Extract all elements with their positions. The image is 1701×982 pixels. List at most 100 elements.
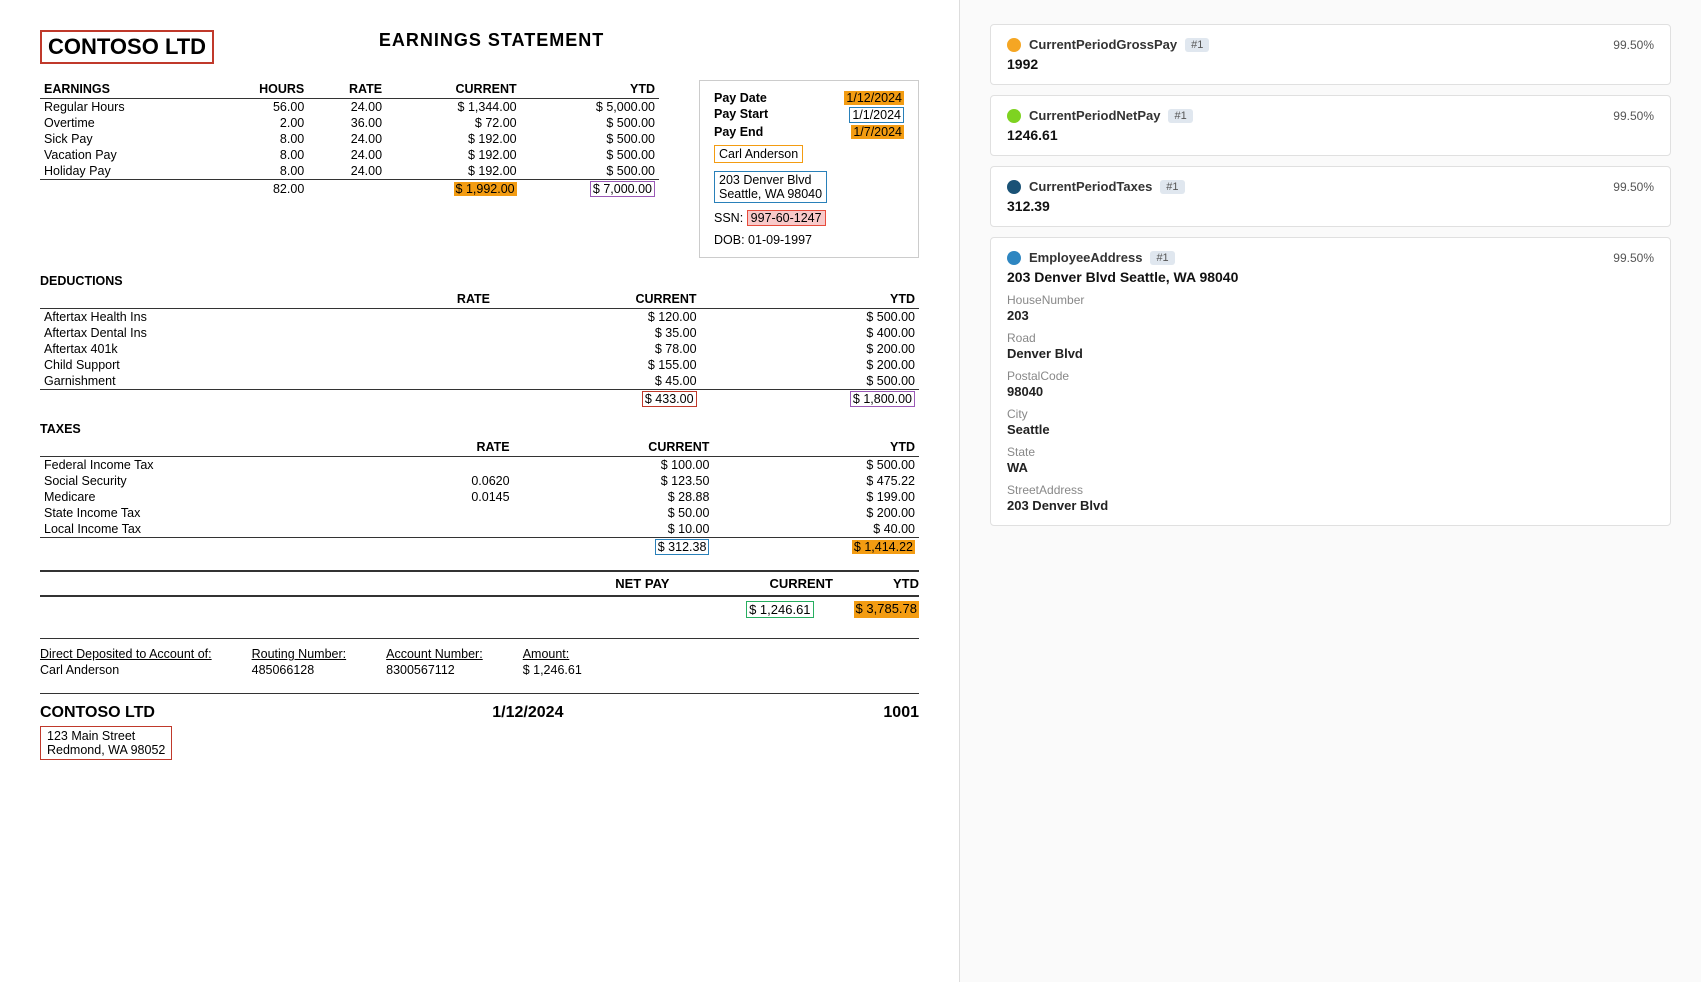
footer-company-name: CONTOSO LTD	[40, 704, 172, 722]
table-row: Aftertax Dental Ins $ 35.00$ 400.00	[40, 325, 919, 341]
col-earnings: EARNINGS	[40, 80, 208, 99]
footer-deposit-section: Direct Deposited to Account of: Carl And…	[40, 638, 919, 677]
field-dot-employee-address	[1007, 251, 1021, 265]
field-badge-gross-pay: #1	[1185, 38, 1209, 52]
earnings-table: EARNINGS HOURS RATE CURRENT YTD Regular …	[40, 80, 659, 258]
field-name-net-pay: CurrentPeriodNetPay	[1029, 108, 1160, 123]
field-gross-pay: CurrentPeriodGrossPay #1 99.50% 1992	[990, 24, 1671, 85]
footer-number: 1001	[883, 704, 919, 722]
net-pay-current-label: CURRENT	[769, 576, 833, 591]
taxes-total-current: $ 312.38	[655, 539, 710, 555]
taxes-header: TAXES	[40, 422, 919, 436]
ssn-value: 997-60-1247	[747, 210, 826, 226]
deposit-name-col: Direct Deposited to Account of: Carl And…	[40, 647, 212, 677]
ssn-row: SSN: 997-60-1247	[714, 211, 904, 225]
employee-name: Carl Anderson	[714, 145, 803, 163]
account-number: 8300567112	[386, 663, 455, 677]
pay-date-row: Pay Date 1/12/2024	[714, 91, 904, 105]
col-current: CURRENT	[386, 80, 521, 99]
field-taxes: CurrentPeriodTaxes #1 99.50% 312.39	[990, 166, 1671, 227]
field-confidence-employee-address: 99.50%	[1613, 251, 1654, 265]
table-row: Regular Hours 56.00 24.00 $ 1,344.00 $ 5…	[40, 99, 659, 116]
dob-value: 01-09-1997	[748, 233, 812, 247]
table-row: Overtime 2.00 36.00 $ 72.00 $ 500.00	[40, 115, 659, 131]
field-dot-taxes	[1007, 180, 1021, 194]
sub-field-street-address: StreetAddress 203 Denver Blvd	[1007, 483, 1654, 513]
deductions-header: DEDUCTIONS	[40, 274, 919, 288]
deductions-table: RATE CURRENT YTD Aftertax Health Ins $ 1…	[40, 290, 919, 408]
table-row: Sick Pay 8.00 24.00 $ 192.00 $ 500.00	[40, 131, 659, 147]
routing-number: 485066128	[252, 663, 315, 677]
taxes-total-row: $ 312.38 $ 1,414.22	[40, 538, 919, 557]
fields-panel: CurrentPeriodGrossPay #1 99.50% 1992 Cur…	[960, 0, 1701, 982]
col-ytd: YTD	[521, 80, 659, 99]
table-row: State Income Tax $ 50.00$ 200.00	[40, 505, 919, 521]
field-confidence-taxes: 99.50%	[1613, 180, 1654, 194]
net-pay-section: NET PAY CURRENT YTD $ 1,246.61 $ 3,785.7…	[40, 570, 919, 622]
account-col: Account Number: 8300567112	[386, 647, 483, 677]
field-net-pay: CurrentPeriodNetPay #1 99.50% 1246.61	[990, 95, 1671, 156]
document-panel: CONTOSO LTD EARNINGS STATEMENT EARNINGS …	[0, 0, 960, 982]
field-badge-net-pay: #1	[1168, 109, 1192, 123]
field-value-taxes: 312.39	[1007, 198, 1654, 214]
sub-field-city: City Seattle	[1007, 407, 1654, 437]
table-row: Holiday Pay 8.00 24.00 $ 192.00 $ 500.00	[40, 163, 659, 180]
footer-date: 1/12/2024	[492, 704, 563, 722]
earnings-data-table: EARNINGS HOURS RATE CURRENT YTD Regular …	[40, 80, 659, 198]
field-value-net-pay: 1246.61	[1007, 127, 1654, 143]
footer-address-box: 123 Main Street Redmond, WA 98052	[40, 726, 172, 760]
footer-deposit-info: Direct Deposited to Account of: Carl And…	[40, 647, 919, 677]
field-taxes-header: CurrentPeriodTaxes #1 99.50%	[1007, 179, 1654, 194]
deposit-amount: $ 1,246.61	[523, 663, 582, 677]
pay-date-value: 1/12/2024	[844, 91, 904, 105]
sub-field-state: State WA	[1007, 445, 1654, 475]
pay-end-value: 1/7/2024	[851, 125, 904, 139]
footer-address-line2: Redmond, WA 98052	[47, 743, 165, 757]
table-row: Child Support $ 155.00$ 200.00	[40, 357, 919, 373]
sub-field-postal-code: PostalCode 98040	[1007, 369, 1654, 399]
field-dot-net-pay	[1007, 109, 1021, 123]
field-employee-address: EmployeeAddress #1 99.50% 203 Denver Blv…	[990, 237, 1671, 526]
table-row: Local Income Tax $ 10.00$ 40.00	[40, 521, 919, 538]
footer-company-block: CONTOSO LTD 123 Main Street Redmond, WA …	[40, 704, 172, 760]
deductions-total-row: $ 433.00 $ 1,800.00	[40, 390, 919, 409]
net-pay-current: $ 1,246.61	[746, 601, 813, 618]
field-name-gross-pay: CurrentPeriodGrossPay	[1029, 37, 1177, 52]
taxes-table: RATE CURRENT YTD Federal Income Tax $ 10…	[40, 438, 919, 556]
net-pay-ytd: $ 3,785.78	[854, 601, 919, 618]
table-row: Vacation Pay 8.00 24.00 $ 192.00 $ 500.0…	[40, 147, 659, 163]
footer-bottom: CONTOSO LTD 123 Main Street Redmond, WA …	[40, 693, 919, 760]
field-employee-address-header: EmployeeAddress #1 99.50%	[1007, 250, 1654, 265]
table-row: Aftertax 401k $ 78.00$ 200.00	[40, 341, 919, 357]
employee-box: Carl Anderson 203 Denver Blvd Seattle, W…	[714, 145, 904, 203]
table-row: Social Security0.0620 $ 123.50$ 475.22	[40, 473, 919, 489]
deposit-name: Carl Anderson	[40, 663, 119, 677]
footer-address-line1: 123 Main Street	[47, 729, 165, 743]
earnings-total-row: 82.00 $ 1,992.00 $ 7,000.00	[40, 180, 659, 199]
col-hours: HOURS	[208, 80, 309, 99]
earnings-total-current: $ 1,992.00	[454, 182, 517, 196]
table-row: Federal Income Tax $ 100.00$ 500.00	[40, 457, 919, 474]
field-gross-pay-header: CurrentPeriodGrossPay #1 99.50%	[1007, 37, 1654, 52]
table-row: Medicare0.0145 $ 28.88$ 199.00	[40, 489, 919, 505]
field-name-taxes: CurrentPeriodTaxes	[1029, 179, 1152, 194]
fields-list: CurrentPeriodGrossPay #1 99.50% 1992 Cur…	[990, 20, 1671, 526]
table-row: Garnishment $ 45.00$ 500.00	[40, 373, 919, 390]
field-badge-employee-address: #1	[1150, 251, 1174, 265]
table-row: Aftertax Health Ins $ 120.00$ 500.00	[40, 309, 919, 326]
sub-field-house-number: HouseNumber 203	[1007, 293, 1654, 323]
pay-start-row: Pay Start 1/1/2024	[714, 107, 904, 123]
deductions-total-current: $ 433.00	[642, 391, 697, 407]
employee-address: 203 Denver Blvd Seattle, WA 98040	[714, 171, 827, 203]
company-title: CONTOSO LTD	[40, 30, 214, 64]
field-value-employee-address: 203 Denver Blvd Seattle, WA 98040	[1007, 269, 1654, 285]
field-value-gross-pay: 1992	[1007, 56, 1654, 72]
doc-header: CONTOSO LTD EARNINGS STATEMENT	[40, 30, 919, 64]
deductions-total-ytd: $ 1,800.00	[850, 391, 915, 407]
field-net-pay-header: CurrentPeriodNetPay #1 99.50%	[1007, 108, 1654, 123]
earnings-section: EARNINGS HOURS RATE CURRENT YTD Regular …	[40, 80, 919, 258]
pay-start-value: 1/1/2024	[849, 107, 904, 123]
pay-info-box: Pay Date 1/12/2024 Pay Start 1/1/2024 Pa…	[699, 80, 919, 258]
earnings-title: EARNINGS STATEMENT	[379, 30, 604, 51]
net-pay-label: NET PAY	[615, 576, 669, 591]
